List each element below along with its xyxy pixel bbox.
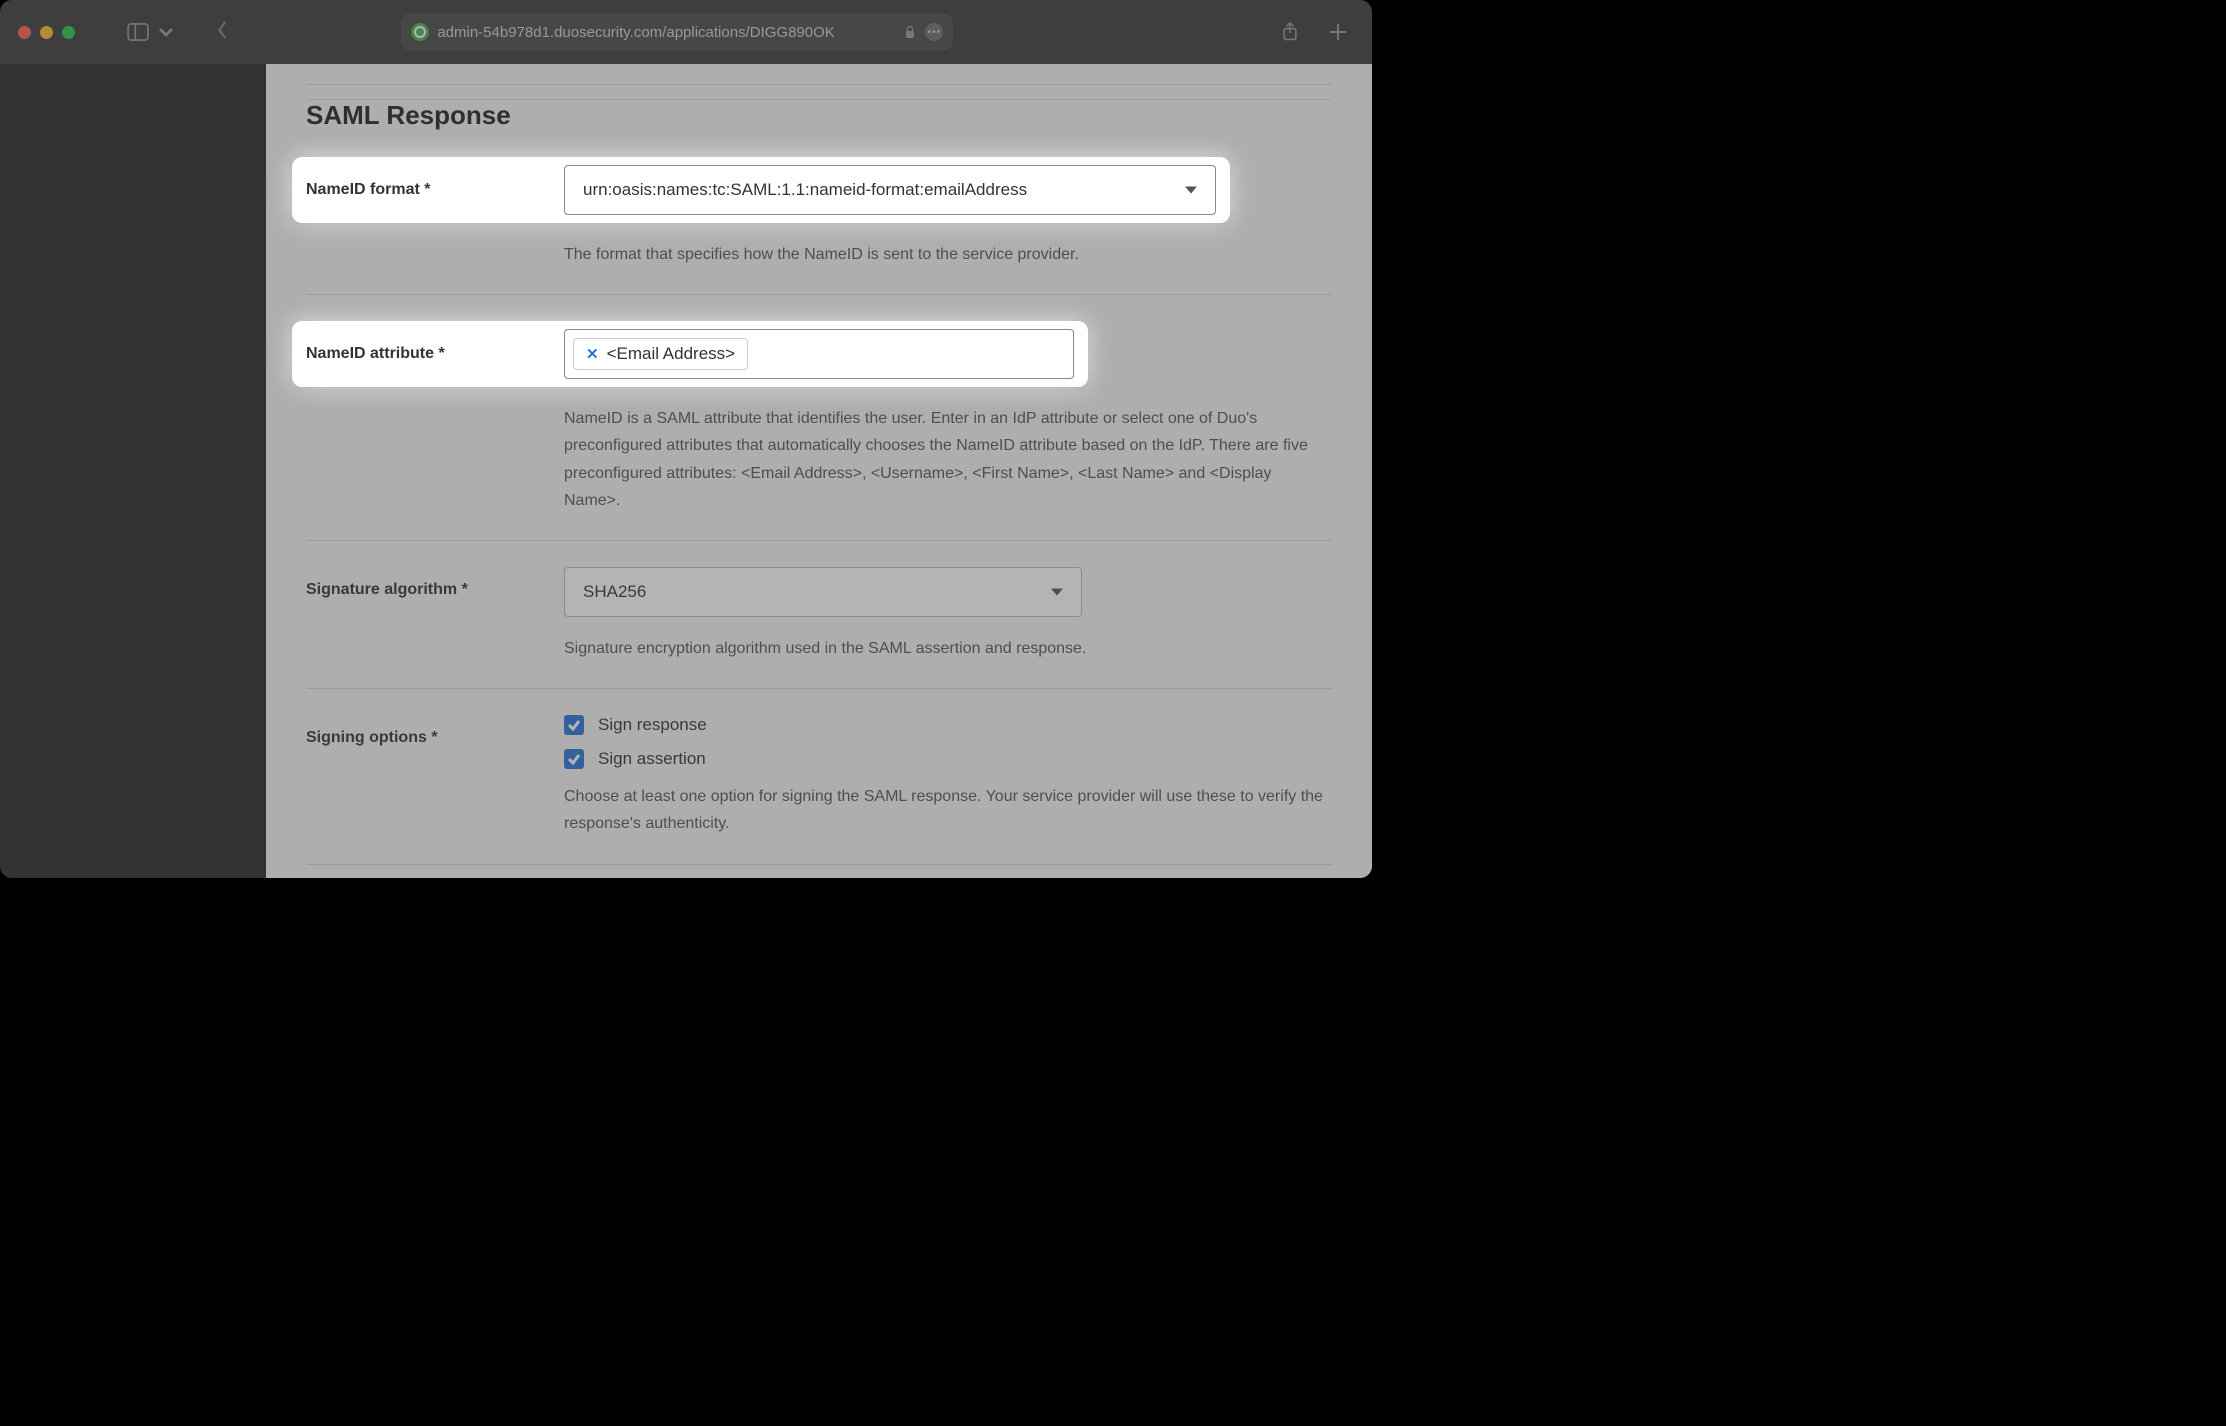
window-controls[interactable] — [18, 26, 75, 39]
caret-down-icon — [1185, 187, 1197, 194]
nameid-attribute-input[interactable]: ✕ <Email Address> — [564, 329, 1074, 379]
back-button[interactable] — [213, 21, 231, 44]
sign-assertion-label: Sign assertion — [598, 749, 706, 769]
signature-algorithm-row: Signature algorithm * SHA256 Signature e… — [306, 567, 1332, 662]
address-bar[interactable]: admin-54b978d1.duosecurity.com/applicati… — [401, 14, 953, 50]
signing-options-helper: Choose at least one option for signing t… — [564, 783, 1332, 837]
signature-algorithm-helper: Signature encryption algorithm used in t… — [564, 635, 1332, 662]
nameid-format-select[interactable]: urn:oasis:names:tc:SAML:1.1:nameid-forma… — [564, 165, 1216, 215]
chevron-down-icon — [155, 23, 177, 41]
more-icon[interactable]: ••• — [925, 23, 943, 41]
minimize-window-icon[interactable] — [40, 26, 53, 39]
share-icon[interactable] — [1280, 22, 1300, 42]
check-icon — [567, 752, 581, 766]
signing-options-label: Signing options * — [306, 715, 564, 747]
section-title: SAML Response — [306, 99, 1332, 131]
site-favicon-icon — [411, 23, 429, 41]
nameid-format-row: NameID format * urn:oasis:names:tc:SAML:… — [292, 157, 1230, 223]
nameid-attribute-tag-text: <Email Address> — [607, 344, 736, 364]
nameid-format-helper: The format that specifies how the NameID… — [564, 241, 1332, 268]
nameid-format-label: NameID format * — [306, 181, 564, 199]
nameid-attribute-row: NameID attribute * ✕ <Email Address> — [292, 321, 1088, 387]
left-sidebar — [0, 64, 266, 878]
nameid-format-value: urn:oasis:names:tc:SAML:1.1:nameid-forma… — [583, 180, 1027, 200]
check-icon — [567, 718, 581, 732]
signature-algorithm-value: SHA256 — [583, 582, 646, 602]
sign-assertion-checkbox[interactable] — [564, 749, 584, 769]
lock-icon — [903, 25, 917, 39]
close-window-icon[interactable] — [18, 26, 31, 39]
signature-algorithm-select[interactable]: SHA256 — [564, 567, 1082, 617]
caret-down-icon — [1051, 588, 1063, 595]
nameid-attribute-label: NameID attribute * — [306, 345, 564, 363]
url-text: admin-54b978d1.duosecurity.com/applicati… — [437, 24, 895, 41]
nameid-attribute-tag: ✕ <Email Address> — [573, 338, 748, 370]
remove-tag-icon[interactable]: ✕ — [586, 345, 599, 363]
sidebar-toggle-button[interactable] — [127, 23, 177, 41]
new-tab-icon[interactable] — [1328, 22, 1348, 42]
signature-algorithm-label: Signature algorithm * — [306, 567, 564, 599]
sign-response-checkbox[interactable] — [564, 715, 584, 735]
nameid-attribute-helper: NameID is a SAML attribute that identifi… — [564, 405, 1332, 514]
maximize-window-icon[interactable] — [62, 26, 75, 39]
signing-options-row: Signing options * Sign response — [306, 715, 1332, 837]
sign-response-label: Sign response — [598, 715, 707, 735]
